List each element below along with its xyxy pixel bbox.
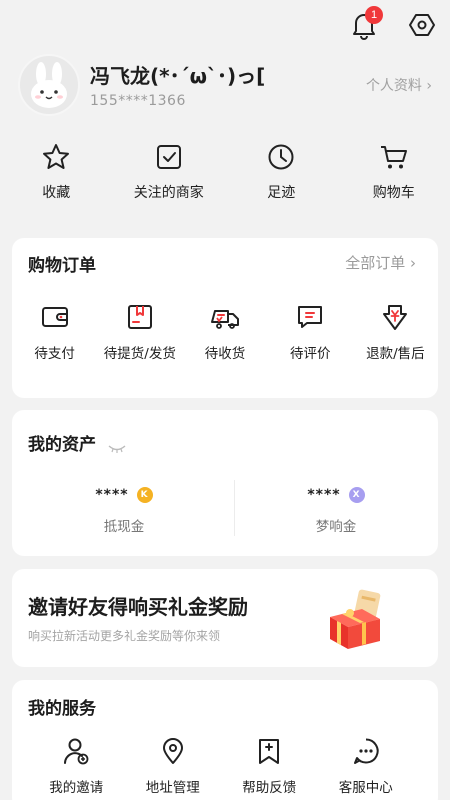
wallet-icon — [40, 302, 70, 332]
order-pending-payment[interactable]: 待支付 — [12, 302, 97, 362]
service-label: 客服中心 — [338, 780, 393, 796]
assets-card: 我的资产 **** K 抵现金 **** X 梦响金 — [12, 410, 438, 556]
add-user-icon — [61, 736, 91, 766]
quick-link-favorites[interactable]: 收藏 — [0, 142, 113, 202]
service-label: 地址管理 — [145, 780, 200, 796]
gift-box-icon — [322, 587, 392, 653]
location-icon — [158, 736, 188, 766]
asset-cash-credit[interactable]: **** K 抵现金 — [24, 484, 224, 535]
asset-value: **** — [95, 487, 129, 503]
service-customer-center[interactable]: 客服中心 — [318, 736, 415, 796]
quick-link-label: 收藏 — [42, 185, 71, 201]
order-pending-receipt[interactable]: 待收货 — [182, 302, 267, 362]
services-title: 我的服务 — [28, 699, 96, 719]
help-bookmark-icon — [254, 736, 284, 766]
order-label: 待评价 — [289, 346, 331, 362]
refund-icon — [380, 302, 410, 332]
checkbox-icon — [154, 142, 184, 172]
cart-icon — [379, 142, 409, 172]
asset-name: 抵现金 — [103, 519, 145, 535]
quick-link-label: 足迹 — [267, 185, 296, 201]
asset-value: **** — [307, 487, 341, 503]
all-orders-link[interactable]: 全部订单 › — [345, 252, 416, 273]
orders-card: 购物订单 全部订单 › 待支付 待提货/发货 待收货 待评价 退款/售后 — [12, 238, 438, 398]
service-label: 我的邀请 — [49, 780, 104, 796]
order-label: 退款/售后 — [366, 346, 425, 362]
user-name: 冯飞龙(*･´ω`･)っ[ — [90, 64, 266, 88]
invite-banner[interactable]: 邀请好友得响买礼金奖励 响买拉新活动更多礼金奖励等你来领 — [12, 569, 438, 667]
package-icon — [125, 302, 155, 332]
order-pending-review[interactable]: 待评价 — [268, 302, 353, 362]
order-label: 待支付 — [34, 346, 75, 362]
notification-badge: 1 — [365, 6, 383, 24]
order-refund[interactable]: 退款/售后 — [353, 302, 438, 362]
invite-title: 邀请好友得响买礼金奖励 — [28, 595, 248, 619]
truck-icon — [210, 302, 240, 332]
services-card: 我的服务 我的邀请 地址管理 帮助反馈 客服中心 — [12, 680, 438, 800]
invite-subtitle: 响买拉新活动更多礼金奖励等你来领 — [28, 629, 221, 643]
order-pending-pickup[interactable]: 待提货/发货 — [97, 302, 182, 362]
asset-name: 梦响金 — [315, 519, 357, 535]
user-phone: 155****1366 — [90, 93, 186, 109]
service-label: 帮助反馈 — [242, 780, 297, 796]
asset-dream-gold[interactable]: **** X 梦响金 — [236, 484, 436, 535]
chat-icon — [351, 736, 381, 766]
orders-title: 购物订单 — [28, 256, 96, 276]
service-help-feedback[interactable]: 帮助反馈 — [221, 736, 318, 796]
comment-icon — [295, 302, 325, 332]
bunny-avatar-icon — [31, 62, 67, 108]
quick-link-followed-shops[interactable]: 关注的商家 — [113, 142, 226, 202]
quick-link-label: 关注的商家 — [133, 185, 204, 201]
quick-links: 收藏 关注的商家 足迹 购物车 — [0, 142, 450, 202]
profile-link[interactable]: 个人资料 › — [366, 75, 432, 95]
clock-icon — [266, 142, 296, 172]
order-label: 待收货 — [204, 346, 246, 362]
k-coin-icon: K — [136, 487, 153, 503]
star-icon — [41, 142, 71, 172]
quick-link-cart[interactable]: 购物车 — [338, 142, 450, 202]
settings-icon[interactable] — [409, 12, 435, 38]
quick-link-history[interactable]: 足迹 — [225, 142, 338, 202]
service-address[interactable]: 地址管理 — [125, 736, 222, 796]
order-label: 待提货/发货 — [103, 346, 176, 362]
service-my-invites[interactable]: 我的邀请 — [28, 736, 125, 796]
hidden-eye-icon[interactable] — [108, 438, 126, 453]
x-coin-icon: X — [348, 487, 365, 503]
assets-title: 我的资产 — [28, 435, 96, 455]
quick-link-label: 购物车 — [372, 185, 415, 201]
avatar[interactable] — [18, 54, 80, 116]
asset-divider — [234, 480, 235, 536]
